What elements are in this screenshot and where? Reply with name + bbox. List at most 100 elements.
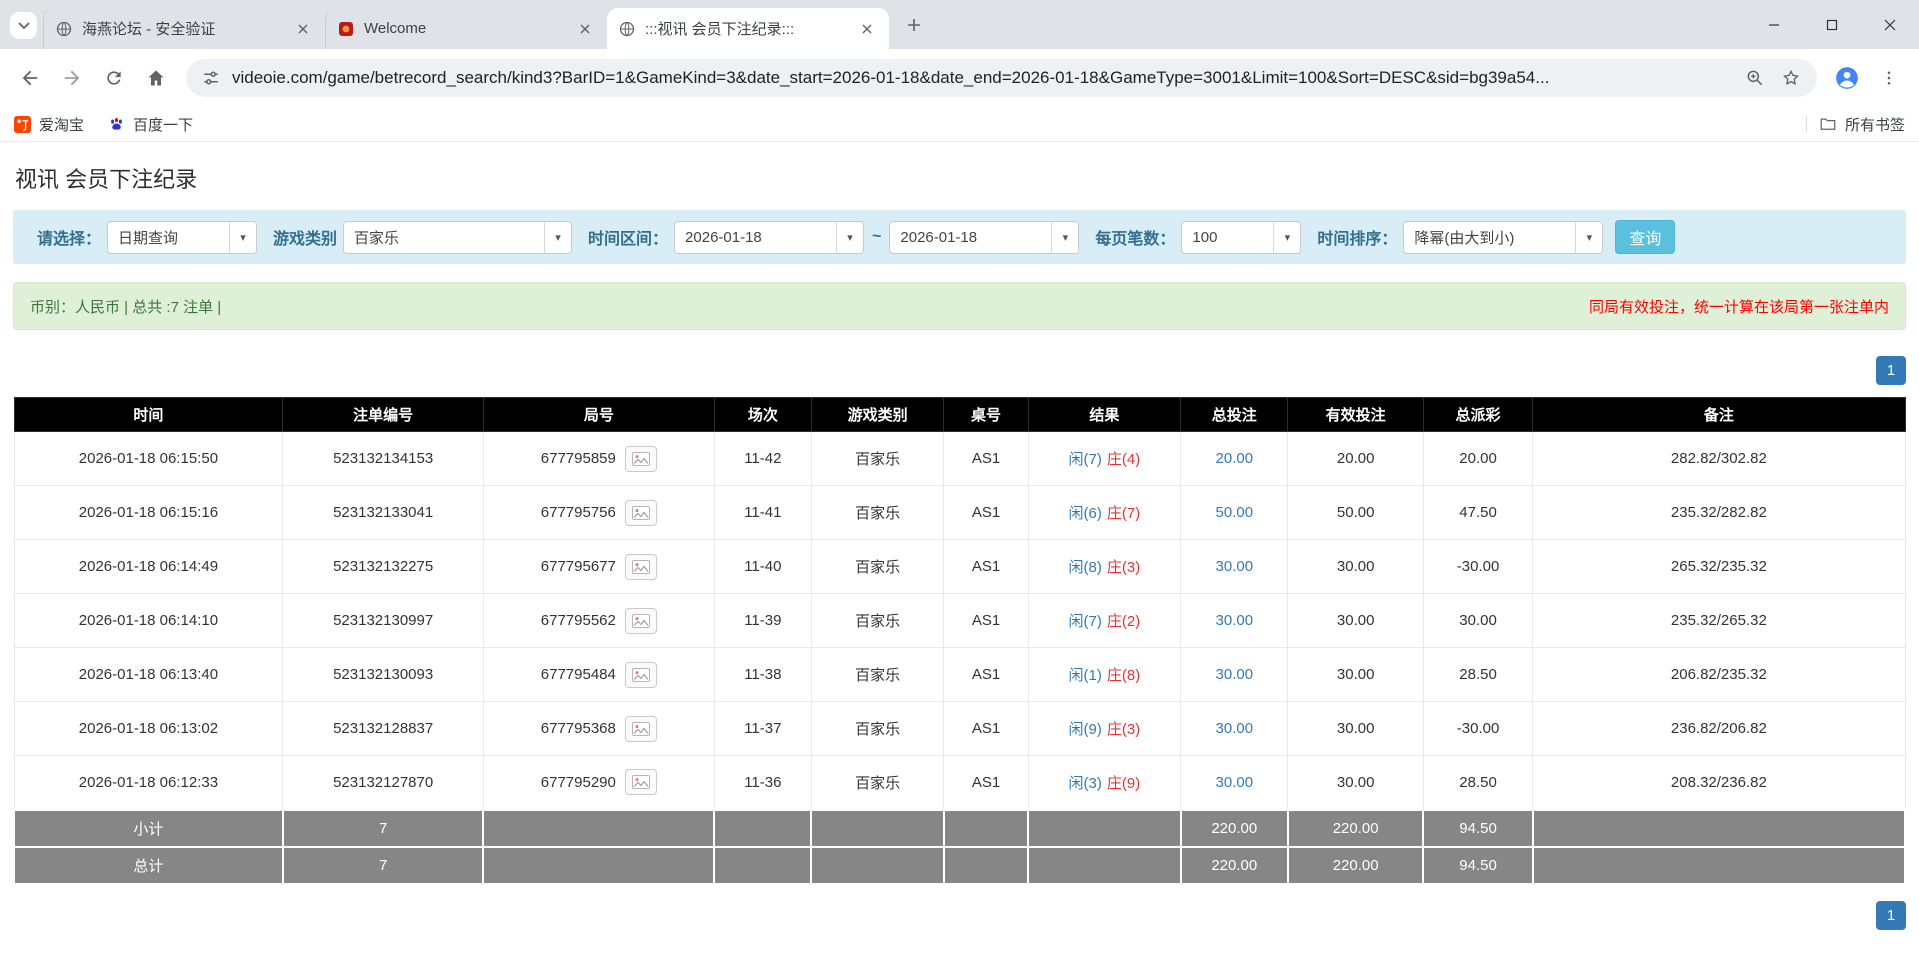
cell-session: 11-39 — [714, 594, 811, 648]
filter-bar: 请选择： 日期查询 ▾ 游戏类别 百家乐 ▾ 时间区间： 2026-01-18 … — [13, 210, 1906, 264]
bet-table-body: 2026-01-18 06:15:50523132134153677795859… — [14, 432, 1905, 810]
cell-table-no: AS1 — [944, 702, 1028, 756]
cell-round: 677795859 — [483, 432, 714, 486]
cell-bet-id: 523132130997 — [283, 594, 484, 648]
bookmark-taobao[interactable]: 爱淘宝 — [14, 114, 84, 135]
bookmarks-separator — [1806, 115, 1807, 133]
subtotal-label: 小计 — [14, 810, 283, 847]
tab-close-icon[interactable] — [857, 19, 877, 39]
cell-result: 闲(7)庄(2) — [1028, 594, 1180, 648]
bet-record-table: 时间 注单编号 局号 场次 游戏类别 桌号 结果 总投注 有效投注 总派彩 备注… — [13, 397, 1906, 885]
total-bet-link[interactable]: 30.00 — [1216, 774, 1254, 791]
replay-icon — [632, 452, 650, 466]
cell-game-type: 百家乐 — [811, 756, 943, 810]
replay-button[interactable] — [625, 446, 657, 472]
game-type-dropdown[interactable]: 百家乐 ▾ — [343, 221, 572, 254]
replay-button[interactable] — [625, 554, 657, 580]
table-row: 2026-01-18 06:14:49523132132275677795677… — [14, 540, 1905, 594]
total-bet-link[interactable]: 50.00 — [1216, 504, 1254, 521]
header-total-bet: 总投注 — [1181, 398, 1288, 432]
pagination-top: 1 — [13, 356, 1906, 385]
bookmark-baidu[interactable]: 百度一下 — [108, 114, 193, 135]
total-bet-link[interactable]: 30.00 — [1216, 666, 1254, 683]
dropdown-arrow-icon[interactable]: ▾ — [544, 222, 571, 253]
tab-search-button[interactable] — [10, 12, 37, 39]
date-start-picker[interactable]: 2026-01-18 ▾ — [674, 221, 864, 254]
dropdown-arrow-icon[interactable]: ▾ — [836, 222, 863, 253]
replay-button[interactable] — [625, 500, 657, 526]
cell-note: 208.32/236.82 — [1533, 756, 1905, 810]
total-bet-link[interactable]: 30.00 — [1216, 558, 1254, 575]
banker-result: 庄(8) — [1107, 667, 1140, 684]
tab-close-icon[interactable] — [575, 19, 595, 39]
query-type-dropdown[interactable]: 日期查询 ▾ — [107, 221, 257, 254]
cell-payout: 30.00 — [1423, 594, 1532, 648]
cell-result: 闲(3)庄(9) — [1028, 756, 1180, 810]
replay-icon — [632, 506, 650, 520]
replay-button[interactable] — [625, 769, 657, 795]
url-text[interactable]: videoie.com/game/betrecord_search/kind3?… — [232, 68, 1733, 88]
minimize-button[interactable] — [1745, 0, 1803, 49]
cell-total-bet: 30.00 — [1181, 702, 1288, 756]
dropdown-arrow-icon[interactable]: ▾ — [1051, 222, 1078, 253]
back-button[interactable] — [10, 58, 50, 98]
round-number: 677795859 — [541, 450, 616, 467]
new-tab-button[interactable] — [897, 8, 931, 42]
page-number-button[interactable]: 1 — [1876, 356, 1906, 385]
dropdown-arrow-icon[interactable]: ▾ — [1575, 222, 1602, 253]
tab-title: 海燕论坛 - 安全验证 — [82, 18, 283, 39]
zoom-icon[interactable] — [1745, 68, 1765, 88]
sort-order-dropdown[interactable]: 降幂(由大到小) ▾ — [1403, 221, 1603, 254]
total-label: 总计 — [14, 847, 283, 884]
replay-button[interactable] — [625, 662, 657, 688]
url-bar[interactable]: videoie.com/game/betrecord_search/kind3?… — [186, 59, 1817, 97]
tab-bet-record[interactable]: :::视讯 会员下注纪录::: — [607, 8, 889, 49]
table-row: 2026-01-18 06:13:40523132130093677795484… — [14, 648, 1905, 702]
cell-payout: 47.50 — [1423, 486, 1532, 540]
cell-game-type: 百家乐 — [811, 702, 943, 756]
maximize-button[interactable] — [1803, 0, 1861, 49]
notice-text: 同局有效投注，统一计算在该局第一张注单内 — [1589, 296, 1889, 317]
tab-welcome[interactable]: Welcome — [325, 8, 607, 49]
tab-strip: 海燕论坛 - 安全验证 Welcome :::视讯 会员下注纪录::: — [0, 0, 1919, 49]
cell-table-no: AS1 — [944, 756, 1028, 810]
per-page-dropdown[interactable]: 100 ▾ — [1181, 221, 1301, 254]
page-number-button[interactable]: 1 — [1876, 901, 1906, 930]
cell-total-bet: 30.00 — [1181, 648, 1288, 702]
total-bet-link[interactable]: 20.00 — [1216, 450, 1254, 467]
tab-close-icon[interactable] — [293, 19, 313, 39]
cell-result: 闲(1)庄(8) — [1028, 648, 1180, 702]
cell-game-type: 百家乐 — [811, 432, 943, 486]
site-info-icon[interactable] — [202, 69, 220, 87]
date-end-picker[interactable]: 2026-01-18 ▾ — [889, 221, 1079, 254]
cell-total-bet: 50.00 — [1181, 486, 1288, 540]
reload-button[interactable] — [94, 58, 134, 98]
header-result: 结果 — [1028, 398, 1180, 432]
menu-kebab-icon[interactable] — [1869, 58, 1909, 98]
query-type-value: 日期查询 — [108, 222, 229, 253]
total-bet-link[interactable]: 30.00 — [1216, 612, 1254, 629]
replay-button[interactable] — [625, 608, 657, 634]
profile-avatar[interactable] — [1827, 58, 1867, 98]
cell-table-no: AS1 — [944, 540, 1028, 594]
banker-result: 庄(2) — [1107, 613, 1140, 630]
navigation-bar: videoie.com/game/betrecord_search/kind3?… — [0, 49, 1919, 107]
cell-session: 11-36 — [714, 756, 811, 810]
replay-button[interactable] — [625, 716, 657, 742]
globe-favicon-icon — [56, 21, 72, 37]
cell-time: 2026-01-18 06:15:50 — [14, 432, 283, 486]
tab-haiyan-forum[interactable]: 海燕论坛 - 安全验证 — [43, 8, 325, 49]
cell-payout: -30.00 — [1423, 702, 1532, 756]
search-button[interactable]: 查询 — [1615, 220, 1675, 254]
dropdown-arrow-icon[interactable]: ▾ — [1273, 222, 1300, 253]
all-bookmarks-button[interactable]: 所有书签 — [1819, 114, 1905, 135]
cell-game-type: 百家乐 — [811, 594, 943, 648]
all-bookmarks-label: 所有书签 — [1845, 114, 1905, 135]
home-button[interactable] — [136, 58, 176, 98]
dropdown-arrow-icon[interactable]: ▾ — [229, 222, 256, 253]
total-bet-link[interactable]: 30.00 — [1216, 720, 1254, 737]
cell-time: 2026-01-18 06:15:16 — [14, 486, 283, 540]
close-button[interactable] — [1861, 0, 1919, 49]
forward-button[interactable] — [52, 58, 92, 98]
bookmark-star-icon[interactable] — [1781, 68, 1801, 88]
